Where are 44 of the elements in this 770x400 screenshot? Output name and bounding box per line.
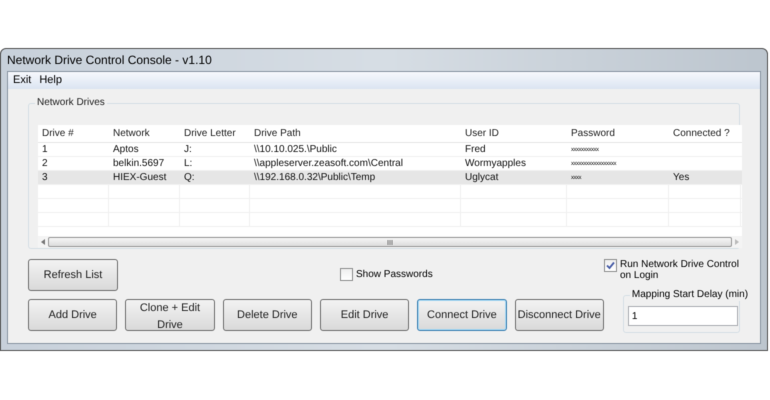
menu-item[interactable]: Help xyxy=(36,72,65,89)
scroll-left-icon[interactable] xyxy=(41,239,45,245)
checkbox[interactable] xyxy=(340,268,353,281)
table-cell-text: L: xyxy=(183,157,194,170)
delay-field[interactable]: 1 xyxy=(628,306,738,326)
checkbox-label: Show Passwords xyxy=(356,268,433,282)
delay-label: Mapping Start Delay (min) xyxy=(630,289,750,301)
button[interactable]: Disconnect Drive xyxy=(514,299,604,331)
column-header[interactable]: Drive Path xyxy=(250,125,461,142)
button[interactable]: Delete Drive xyxy=(222,299,312,331)
column-header[interactable]: User ID xyxy=(461,125,567,142)
checkbox-label: Run Network Drive Control on Login xyxy=(620,259,740,281)
table-cell-text: 2 xyxy=(41,157,49,170)
button[interactable]: Clone + Edit Drive xyxy=(125,299,215,331)
button[interactable]: Add Drive xyxy=(28,299,118,331)
horizontal-scrollbar[interactable] xyxy=(38,236,742,248)
column-header[interactable]: Network xyxy=(109,125,180,142)
table-cell-text: Yes xyxy=(672,171,690,184)
table-cell-text: J: xyxy=(183,143,193,156)
button[interactable]: Connect Drive xyxy=(417,299,507,331)
table-cell-text: 1 xyxy=(41,143,49,156)
column-header[interactable]: Password xyxy=(567,125,669,142)
button[interactable]: Refresh List xyxy=(28,259,118,291)
table-cell-text: \\10.10.025.\Public xyxy=(253,143,338,156)
grip-icon xyxy=(386,240,394,244)
table-cell-text: Wormyapples xyxy=(464,157,527,170)
table-cell-text: Aptos xyxy=(112,143,140,156)
scroll-right-icon[interactable] xyxy=(735,239,739,245)
table-cell-text: HIEX-Guest xyxy=(112,171,168,184)
table-cell-text: \\appleserver.zeasoft.com\Central xyxy=(253,157,404,170)
button[interactable]: Edit Drive xyxy=(320,299,410,331)
menu-item[interactable]: Exit xyxy=(10,72,34,89)
table-cell-text: 3 xyxy=(41,171,49,184)
table-cell-text: Uglycat xyxy=(464,171,500,184)
column-header[interactable]: Drive Letter xyxy=(180,125,250,142)
window-title: Network Drive Control Console - v1.10 xyxy=(7,52,212,69)
checkmark-icon xyxy=(606,261,615,270)
table-cell-text: \\192.168.0.32\Public\Temp xyxy=(253,171,376,184)
column-header[interactable]: Drive # xyxy=(38,125,109,142)
table-cell-text: Q: xyxy=(183,171,196,184)
checkbox[interactable] xyxy=(604,259,617,272)
column-header[interactable]: Connected ? xyxy=(669,125,741,142)
table-cell-text: Fred xyxy=(464,143,487,156)
table-cell-text: belkin.5697 xyxy=(112,157,166,170)
